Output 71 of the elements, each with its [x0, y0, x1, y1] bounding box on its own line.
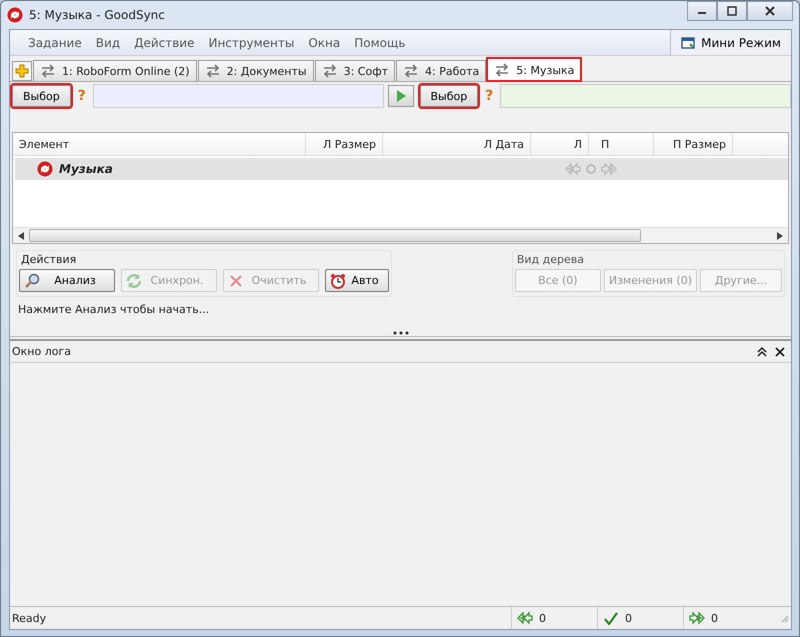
- direction-button[interactable]: [388, 85, 414, 107]
- maximize-button[interactable]: [717, 1, 747, 21]
- swap-arrows-icon: [322, 63, 338, 79]
- choose-button[interactable]: Выбор: [12, 85, 71, 107]
- menu-item[interactable]: Окна: [308, 36, 340, 50]
- path-field[interactable]: [92, 84, 384, 108]
- swap-arrows-icon: [40, 63, 56, 79]
- count-text: 0: [711, 612, 718, 624]
- tab[interactable]: 3: Софт: [314, 60, 396, 81]
- choose-button[interactable]: Выбор: [420, 85, 478, 107]
- column-header[interactable]: П: [589, 133, 654, 155]
- window-icon: [681, 36, 696, 50]
- window-title: 5: Музыка - GoodSync: [29, 8, 166, 22]
- group-title: Вид дерева: [516, 252, 586, 268]
- menu-item[interactable]: Вид: [96, 36, 120, 50]
- alarm-clock-icon: [330, 272, 346, 288]
- horizontal-scrollbar[interactable]: [13, 227, 788, 243]
- action-button[interactable]: Авто: [325, 269, 389, 292]
- close-button[interactable]: [775, 346, 785, 356]
- scrollbar-thumb[interactable]: [29, 229, 641, 242]
- app-logo-icon: [37, 161, 53, 177]
- scroll-left-icon: [18, 232, 24, 240]
- add-tab-button[interactable]: [12, 61, 32, 81]
- mini-mode-button[interactable]: Мини Режим: [670, 30, 791, 55]
- scroll-right-icon: [777, 232, 783, 240]
- plus-icon: [15, 64, 29, 78]
- path-field[interactable]: [500, 84, 791, 108]
- log-title: Окно лога: [12, 345, 72, 358]
- count-text: 0: [539, 612, 546, 624]
- column-header[interactable]: Л Размер: [306, 133, 383, 155]
- left-arrows-icon: [517, 611, 533, 625]
- menu-item[interactable]: Помощь: [354, 36, 406, 50]
- menu-item[interactable]: Задание: [28, 36, 82, 50]
- menu-item[interactable]: Инструменты: [208, 36, 294, 50]
- close-button[interactable]: [747, 1, 793, 21]
- check-icon: [603, 611, 619, 625]
- right-arrows-icon: [601, 162, 617, 176]
- count-text: 0: [625, 612, 632, 624]
- splitter-grip-icon: [392, 330, 408, 334]
- group-title: Действия: [20, 252, 78, 268]
- cross-icon: [228, 272, 244, 288]
- action-button[interactable]: Анализ: [19, 269, 115, 292]
- status-mark: ?: [484, 88, 494, 104]
- minimize-button[interactable]: [687, 1, 717, 21]
- refresh-icon: [126, 272, 142, 288]
- tab[interactable]: 4: Работа: [396, 60, 486, 81]
- hint-text: Нажмите Анализ чтобы начать...: [17, 302, 210, 318]
- maximize-icon: [727, 6, 737, 16]
- tab[interactable]: 1: RoboForm Online (2): [33, 60, 197, 81]
- magnifier-icon: [24, 272, 40, 288]
- circle-icon: [585, 163, 597, 175]
- swap-arrows-icon: [204, 63, 221, 79]
- status-text: Ready: [11, 612, 48, 624]
- table-row[interactable]: Музыка: [15, 158, 788, 180]
- resize-grip-icon: [779, 613, 789, 623]
- tab[interactable]: 2: Документы: [198, 60, 314, 81]
- swap-arrows-icon: [494, 62, 510, 78]
- column-header[interactable]: Л: [531, 133, 589, 155]
- left-arrows-icon: [565, 162, 581, 176]
- right-arrows-icon: [689, 611, 705, 625]
- column-header[interactable]: П Размер: [654, 133, 733, 155]
- status-mark: ?: [76, 88, 87, 104]
- menu-item[interactable]: Действие: [134, 36, 194, 50]
- app-logo-icon: [7, 7, 23, 23]
- tab[interactable]: 5: Музыка: [487, 58, 582, 81]
- collapse-button[interactable]: [757, 346, 767, 356]
- close-icon: [765, 6, 775, 16]
- column-header[interactable]: Л Дата: [383, 133, 531, 155]
- folder-name: Музыка: [59, 162, 114, 176]
- swap-arrows-icon: [403, 63, 420, 79]
- column-header[interactable]: Элемент: [13, 133, 306, 155]
